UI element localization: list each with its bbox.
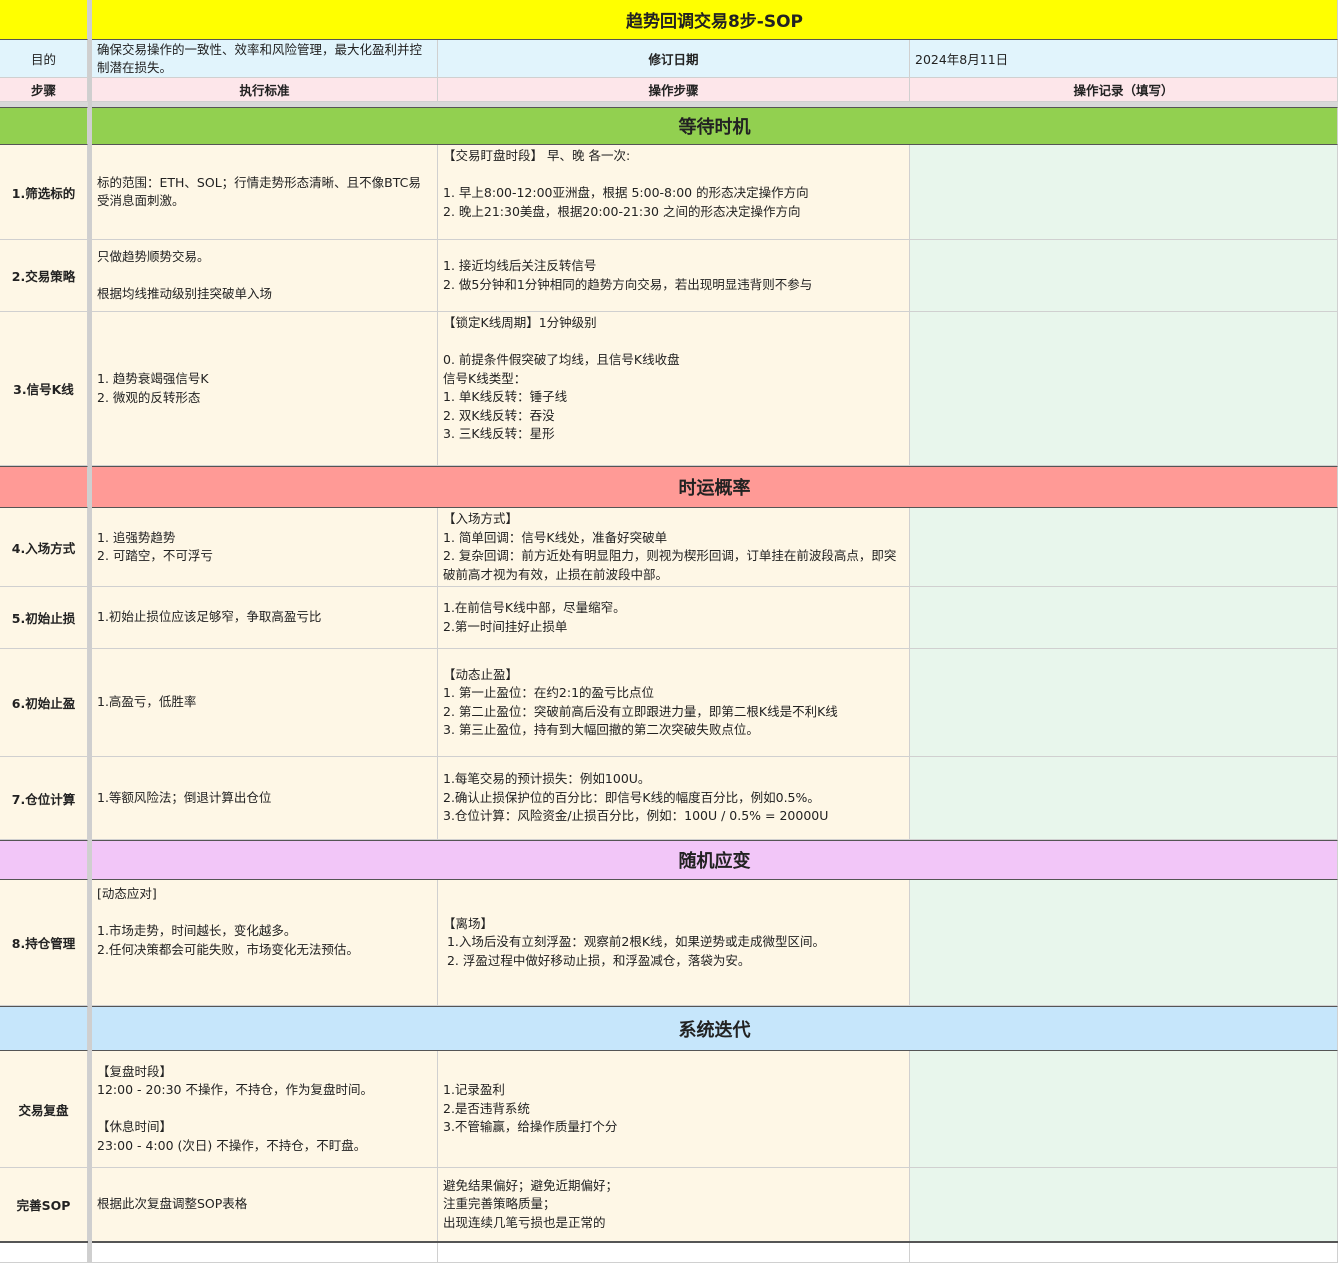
frozen-column-divider [88, 0, 92, 1263]
standard-cell-2[interactable]: 只做趋势顺势交易。 根据均线推动级别挂突破单入场 [92, 240, 438, 312]
record-cell-5[interactable] [910, 587, 1338, 649]
operation-cell-7[interactable]: 1.每笔交易的预计损失：例如100U。 2.确认止损保护位的百分比：即信号K线的… [438, 757, 910, 840]
step-cell-10[interactable]: 完善SOP [0, 1168, 88, 1242]
revision-date[interactable]: 2024年8月11日 [910, 40, 1338, 78]
step-cell-6[interactable]: 6.初始止盈 [0, 649, 88, 757]
purpose-text[interactable]: 确保交易操作的一致性、效率和风险管理，最大化盈利并控制潜在损失。 [92, 40, 438, 78]
standard-cell-4[interactable]: 1. 追强势趋势 2. 可踏空，不可浮亏 [92, 508, 438, 587]
step-cell-7[interactable]: 7.仓位计算 [0, 757, 88, 840]
record-cell-10[interactable] [910, 1168, 1338, 1242]
record-cell-6[interactable] [910, 649, 1338, 757]
header-standard[interactable]: 执行标准 [92, 78, 438, 102]
section-corner-1[interactable] [0, 107, 88, 145]
record-cell-1[interactable] [910, 145, 1338, 240]
section-corner-4[interactable] [0, 1006, 88, 1051]
section-corner-2[interactable] [0, 466, 88, 508]
record-cell-7[interactable] [910, 757, 1338, 840]
empty-cell[interactable] [0, 1243, 88, 1263]
section-header-adapt[interactable]: 随机应变 [92, 840, 1338, 880]
record-cell-4[interactable] [910, 508, 1338, 587]
standard-cell-1[interactable]: 标的范围：ETH、SOL；行情走势形态清晰、且不像BTC易受消息面刺激。 [92, 145, 438, 240]
record-cell-9[interactable] [910, 1051, 1338, 1168]
standard-cell-7[interactable]: 1.等额风险法；倒退计算出仓位 [92, 757, 438, 840]
empty-cell[interactable] [438, 1243, 910, 1263]
title-corner-cell[interactable] [0, 0, 88, 40]
section-header-probability[interactable]: 时运概率 [92, 466, 1338, 508]
operation-cell-6[interactable]: 【动态止盈】 1. 第一止盈位：在约2:1的盈亏比点位 2. 第二止盈位：突破前… [438, 649, 910, 757]
sop-spreadsheet: 趋势回调交易8步-SOP 目的 确保交易操作的一致性、效率和风险管理，最大化盈利… [0, 0, 1338, 1263]
revision-label[interactable]: 修订日期 [438, 40, 910, 78]
operation-cell-4[interactable]: 【入场方式】 1. 简单回调：信号K线处，准备好突破单 2. 复杂回调：前方近处… [438, 508, 910, 587]
header-operation[interactable]: 操作步骤 [438, 78, 910, 102]
operation-cell-8[interactable]: 【离场】 1.入场后没有立刻浮盈：观察前2根K线，如果逆势或走成微型区间。 2.… [438, 880, 910, 1006]
section-corner-3[interactable] [0, 840, 88, 880]
standard-cell-9[interactable]: 【复盘时段】 12:00 - 20:30 不操作，不持仓，作为复盘时间。 【休息… [92, 1051, 438, 1168]
step-cell-4[interactable]: 4.入场方式 [0, 508, 88, 587]
standard-cell-6[interactable]: 1.高盈亏，低胜率 [92, 649, 438, 757]
step-cell-9[interactable]: 交易复盘 [0, 1051, 88, 1168]
section-header-waiting[interactable]: 等待时机 [92, 107, 1338, 145]
operation-cell-3[interactable]: 【锁定K线周期】1分钟级别 0. 前提条件假突破了均线，且信号K线收盘 信号K线… [438, 312, 910, 466]
header-record[interactable]: 操作记录（填写） [910, 78, 1338, 102]
operation-cell-10[interactable]: 避免结果偏好；避免近期偏好； 注重完善策略质量； 出现连续几笔亏损也是正常的 [438, 1168, 910, 1242]
standard-cell-8[interactable]: [动态应对] 1.市场走势，时间越长，变化越多。 2.任何决策都会可能失败，市场… [92, 880, 438, 1006]
step-cell-3[interactable]: 3.信号K线 [0, 312, 88, 466]
record-cell-3[interactable] [910, 312, 1338, 466]
operation-cell-9[interactable]: 1.记录盈利 2.是否违背系统 3.不管输赢，给操作质量打个分 [438, 1051, 910, 1168]
standard-cell-3[interactable]: 1. 趋势衰竭强信号K 2. 微观的反转形态 [92, 312, 438, 466]
sheet-title[interactable]: 趋势回调交易8步-SOP [92, 0, 1338, 40]
record-cell-2[interactable] [910, 240, 1338, 312]
step-cell-1[interactable]: 1.筛选标的 [0, 145, 88, 240]
operation-cell-2[interactable]: 1. 接近均线后关注反转信号 2. 做5分钟和1分钟相同的趋势方向交易，若出现明… [438, 240, 910, 312]
step-cell-8[interactable]: 8.持仓管理 [0, 880, 88, 1006]
step-cell-5[interactable]: 5.初始止损 [0, 587, 88, 649]
section-header-iteration[interactable]: 系统迭代 [92, 1006, 1338, 1051]
record-cell-8[interactable] [910, 880, 1338, 1006]
operation-cell-5[interactable]: 1.在前信号K线中部，尽量缩窄。 2.第一时间挂好止损单 [438, 587, 910, 649]
purpose-label[interactable]: 目的 [0, 40, 88, 78]
empty-cell[interactable] [92, 1243, 438, 1263]
header-step[interactable]: 步骤 [0, 78, 88, 102]
operation-cell-1[interactable]: 【交易盯盘时段】 早、晚 各一次: 1. 早上8:00-12:00亚洲盘，根据 … [438, 145, 910, 240]
empty-cell[interactable] [910, 1243, 1338, 1263]
step-cell-2[interactable]: 2.交易策略 [0, 240, 88, 312]
standard-cell-5[interactable]: 1.初始止损位应该足够窄，争取高盈亏比 [92, 587, 438, 649]
standard-cell-10[interactable]: 根据此次复盘调整SOP表格 [92, 1168, 438, 1242]
